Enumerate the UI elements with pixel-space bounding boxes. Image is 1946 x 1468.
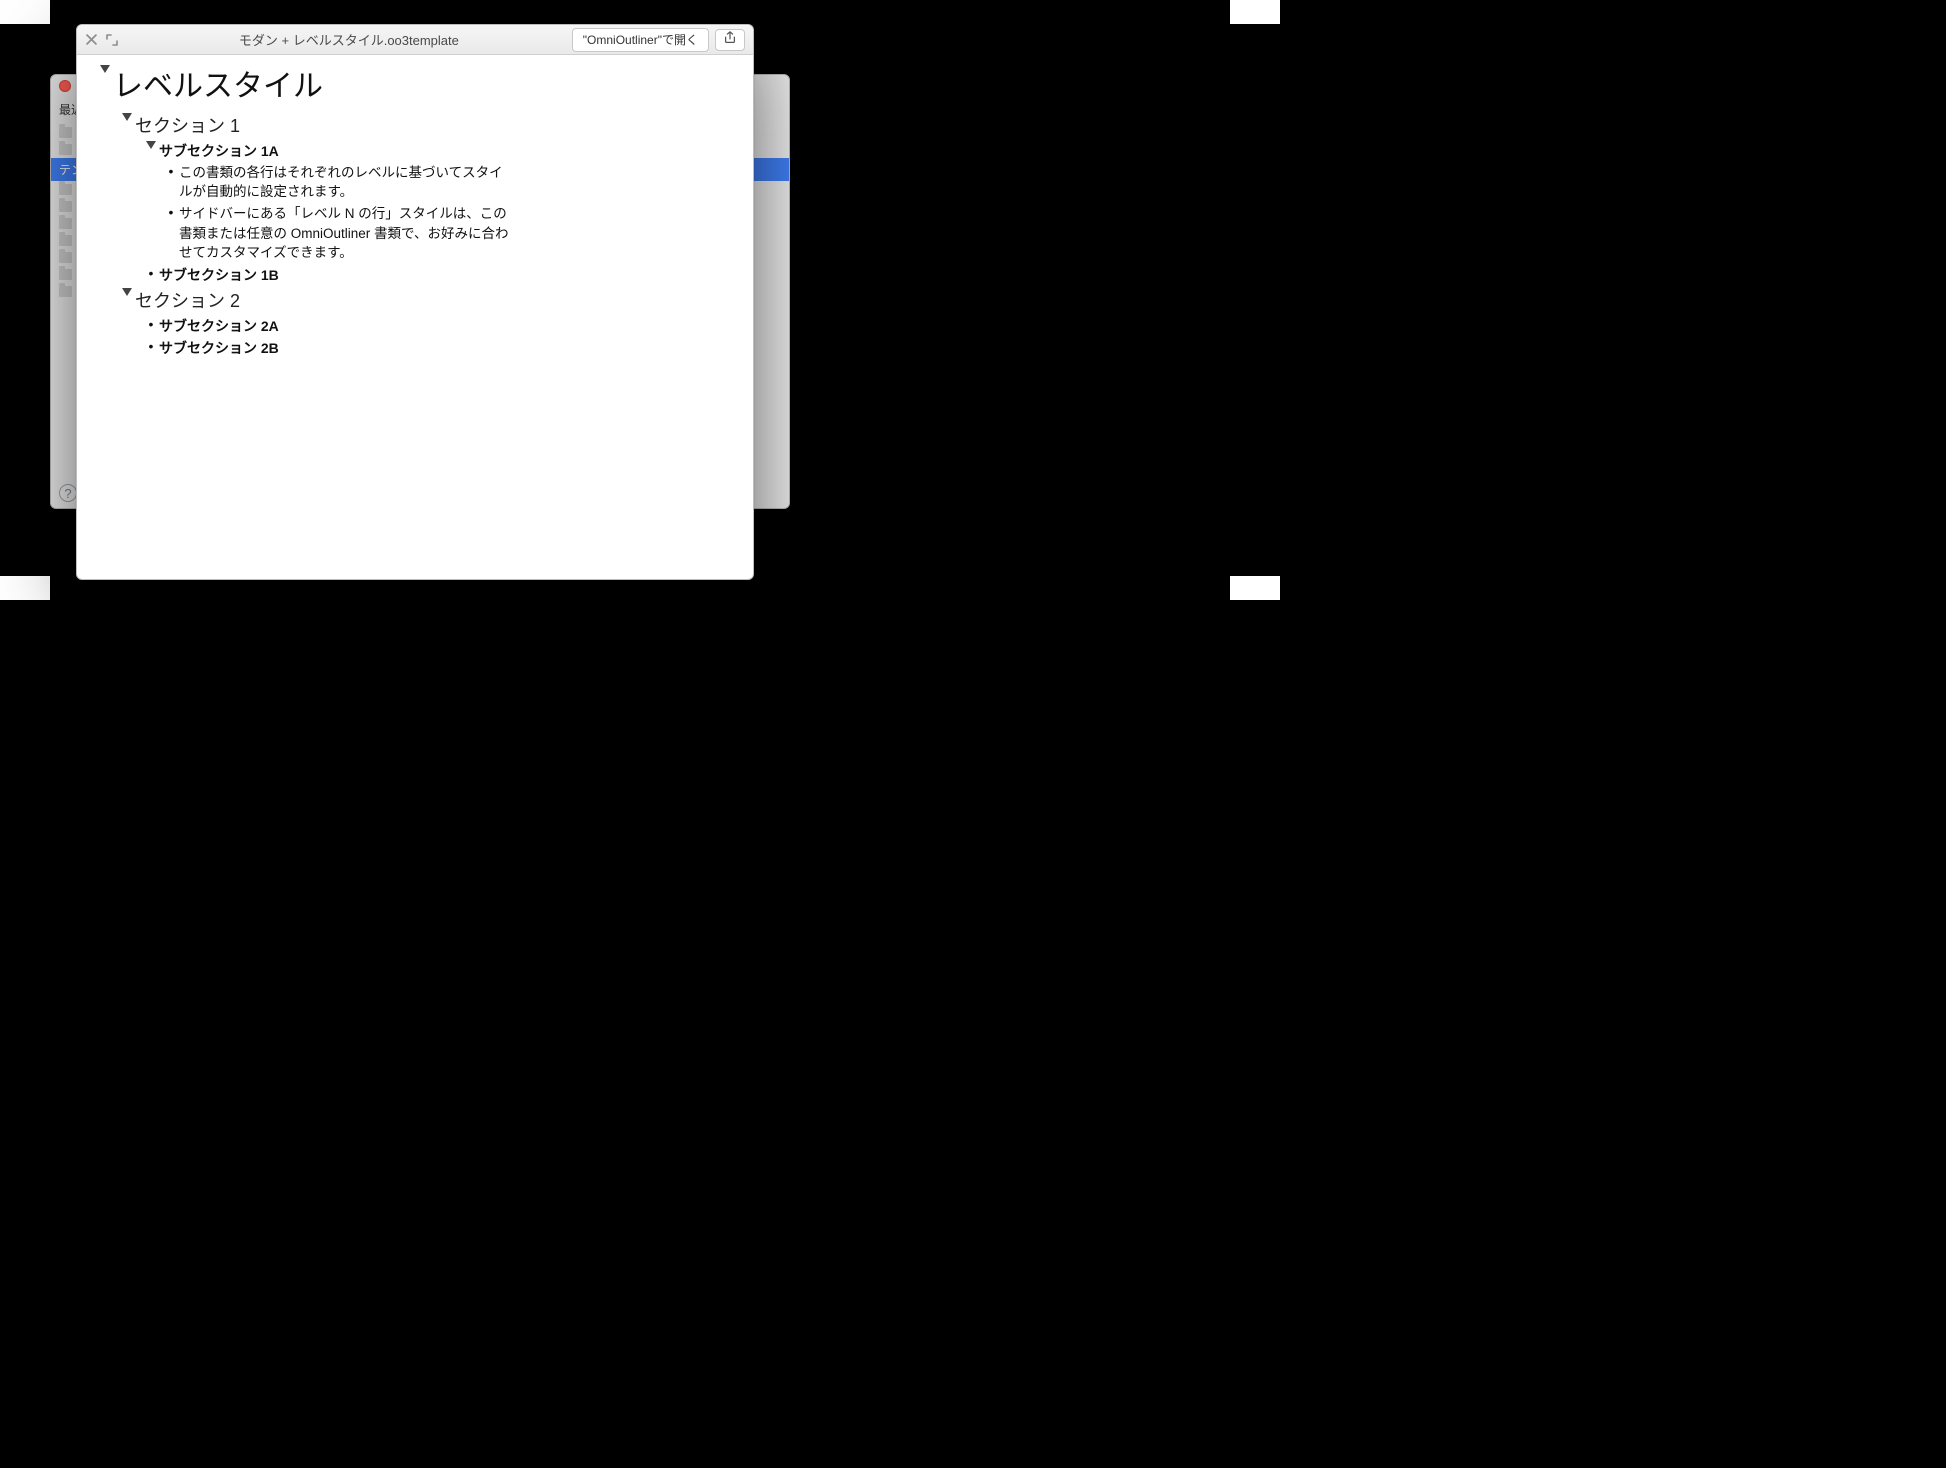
open-with-button[interactable]: "OmniOutliner"で開く	[572, 28, 709, 52]
frame-corner	[1230, 576, 1280, 600]
folder-icon	[59, 184, 72, 195]
folder-icon	[59, 144, 72, 155]
outline-row-level3[interactable]: • サブセクション 2B	[143, 338, 733, 358]
bg-close-button[interactable]	[59, 80, 71, 92]
outline-body-text: サイドバーにある「レベル N の行」スタイルは、この書類または任意の OmniO…	[179, 204, 514, 263]
help-button[interactable]: ?	[59, 484, 77, 502]
outline-row-level4[interactable]: • この書類の各行はそれぞれのレベルに基づいてスタイルが自動的に設定されます。	[163, 163, 733, 202]
outline-row-level2[interactable]: セクション 2	[119, 288, 733, 314]
bullet-icon: •	[163, 163, 179, 180]
outline-row-level1[interactable]: レベルスタイル	[97, 65, 733, 109]
outline-subsection-label: サブセクション 1A	[159, 141, 279, 161]
share-icon	[723, 31, 737, 48]
frame-corner	[1230, 0, 1280, 24]
quicklook-window: モダン + レベルスタイル.oo3template "OmniOutliner"…	[76, 24, 754, 580]
folder-icon	[59, 127, 72, 138]
outline-title: レベルスタイル	[113, 65, 323, 109]
outline-section-label: セクション 1	[135, 113, 240, 139]
bullet-icon: •	[143, 316, 159, 333]
folder-icon	[59, 252, 72, 263]
bullet-icon: •	[143, 265, 159, 282]
ql-content: レベルスタイル セクション 1 サブセクション 1A • この書類の各行はそれぞ…	[77, 55, 753, 579]
bullet-icon: •	[163, 204, 179, 221]
folder-icon	[59, 218, 72, 229]
bullet-icon: •	[143, 338, 159, 355]
outline-subsection-label: サブセクション 2A	[159, 316, 279, 336]
disclosure-triangle-icon[interactable]	[119, 288, 135, 298]
disclosure-triangle-icon[interactable]	[143, 141, 159, 151]
fullscreen-icon[interactable]	[105, 33, 118, 46]
folder-icon	[59, 235, 72, 246]
outline-row-level3[interactable]: • サブセクション 1B	[143, 265, 733, 285]
disclosure-triangle-icon[interactable]	[97, 65, 113, 75]
folder-icon	[59, 286, 72, 297]
outline-subsection-label: サブセクション 2B	[159, 338, 279, 358]
disclosure-triangle-icon[interactable]	[119, 113, 135, 123]
folder-icon	[59, 201, 72, 212]
outline-section-label: セクション 2	[135, 288, 240, 314]
outline-subsection-label: サブセクション 1B	[159, 265, 279, 285]
outline-row-level2[interactable]: セクション 1	[119, 113, 733, 139]
frame-corner	[0, 576, 50, 600]
outline-row-level3[interactable]: サブセクション 1A	[143, 141, 733, 161]
outline-row-level4[interactable]: • サイドバーにある「レベル N の行」スタイルは、この書類または任意の Omn…	[163, 204, 733, 263]
close-icon[interactable]	[85, 33, 98, 46]
share-button[interactable]	[715, 29, 745, 51]
ql-titlebar: モダン + レベルスタイル.oo3template "OmniOutliner"…	[77, 25, 753, 55]
ql-title: モダン + レベルスタイル.oo3template	[134, 30, 564, 49]
frame-corner	[0, 0, 50, 24]
folder-icon	[59, 269, 72, 280]
outline-body-text: この書類の各行はそれぞれのレベルに基づいてスタイルが自動的に設定されます。	[179, 163, 514, 202]
outline-row-level3[interactable]: • サブセクション 2A	[143, 316, 733, 336]
